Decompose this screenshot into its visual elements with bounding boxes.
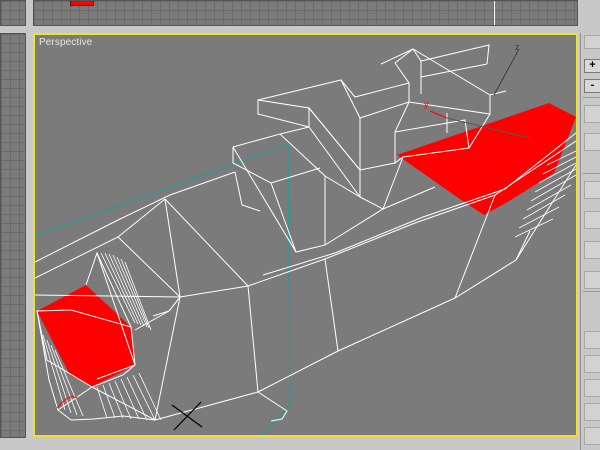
viewport-canvas[interactable]: z y — [35, 35, 576, 435]
panel-slot[interactable] — [584, 241, 600, 259]
panel-slot[interactable] — [584, 133, 600, 151]
collapse-rollout-button[interactable]: - — [584, 79, 600, 93]
panel-slot[interactable] — [584, 403, 600, 421]
status-strip — [0, 438, 580, 450]
expand-rollout-button[interactable]: + — [584, 59, 600, 73]
3d-app-window: Perspective z y + - — [0, 0, 600, 450]
panel-slot[interactable] — [584, 331, 600, 349]
viewport-grid — [1, 34, 25, 437]
crosshair-cursor-icon — [171, 401, 203, 431]
viewport-guide-line — [494, 1, 495, 25]
panel-slot[interactable] — [584, 211, 600, 229]
viewport-grid — [34, 1, 577, 25]
section-plane-outline — [35, 143, 291, 435]
command-panel: + - — [580, 33, 600, 450]
selected-object-marker — [70, 1, 94, 6]
gizmo-y-label: y — [424, 99, 429, 109]
panel-slot[interactable] — [584, 379, 600, 397]
selected-faces-bottom[interactable] — [37, 285, 135, 387]
panel-slot[interactable] — [584, 181, 600, 199]
panel-divider — [583, 291, 600, 292]
panel-divider — [583, 173, 600, 174]
perspective-viewport[interactable]: Perspective z y — [33, 33, 578, 437]
panel-slot[interactable] — [584, 35, 600, 49]
panel-slot[interactable] — [584, 271, 600, 289]
gizmo-z-label: z — [515, 42, 520, 52]
panel-divider — [583, 97, 600, 98]
left-viewport[interactable] — [0, 33, 26, 438]
viewport-grid — [1, 1, 25, 25]
top-viewport[interactable] — [33, 0, 578, 26]
viewport-label[interactable]: Perspective — [39, 37, 92, 48]
top-right-panel — [580, 0, 600, 26]
panel-slot[interactable] — [584, 427, 600, 445]
panel-slot[interactable] — [584, 105, 600, 123]
top-left-viewport[interactable] — [0, 0, 26, 26]
panel-slot[interactable] — [584, 355, 600, 373]
